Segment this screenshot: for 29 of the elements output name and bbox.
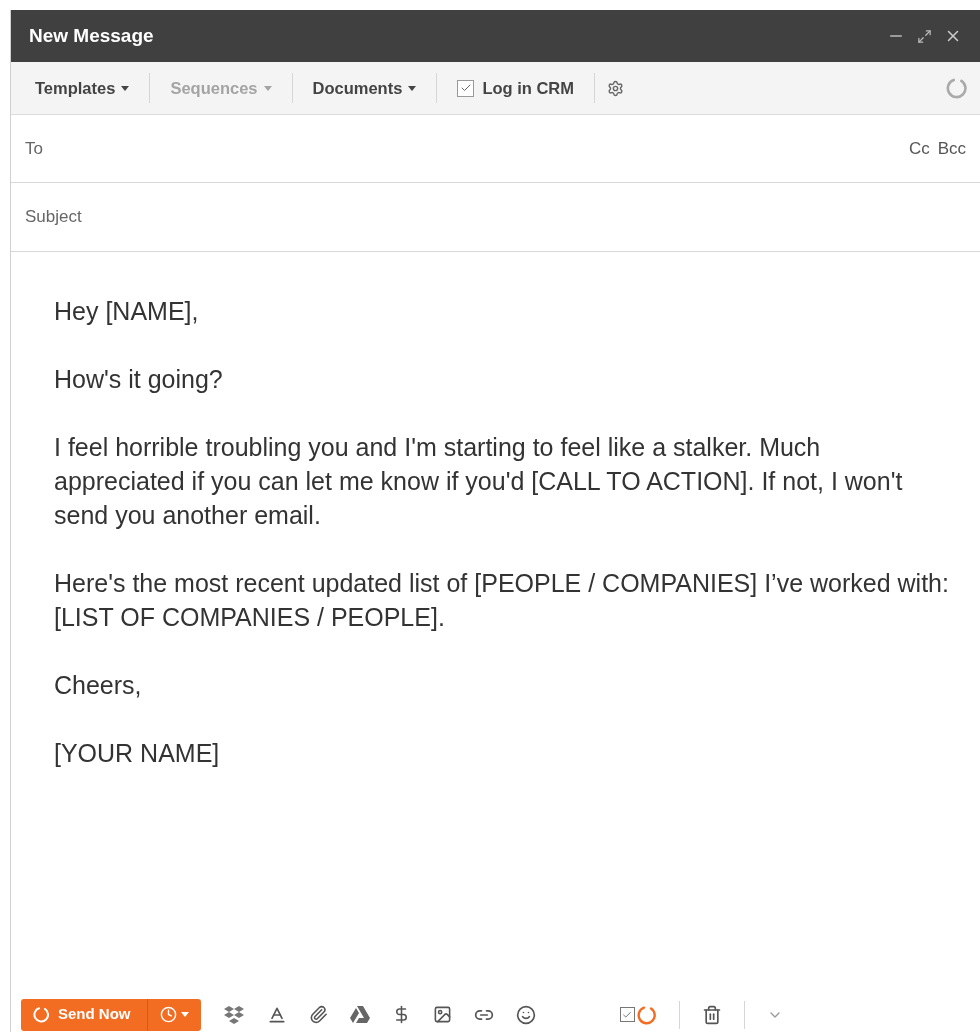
ring-icon[interactable] — [636, 1004, 657, 1025]
toolbar-dropdown[interactable]: Documents — [304, 75, 425, 101]
dropbox-icon[interactable] — [222, 1004, 245, 1025]
expand-icon[interactable] — [917, 28, 932, 44]
subject-field[interactable]: Subject — [25, 204, 966, 230]
paperclip-icon[interactable] — [308, 1005, 328, 1024]
clock-icon — [159, 1006, 177, 1023]
message-paragraph: How's it going? — [54, 364, 224, 395]
message-paragraph: I feel horrible troubling you and I'm starting to feel like a stalker. Much appreciated if you can let me know if you'd [CALL TO ACTION]. If not, I won't send you another email. — [54, 432, 904, 531]
toolbar-dropdown[interactable]: Templates — [27, 75, 138, 101]
track-toggle[interactable] — [619, 1004, 657, 1025]
message-paragraph: Here's the most recent updated list of [PEOPLE / COMPANIES] I’ve worked with: [LIST OF COMPANIES / PEOPLE]. — [54, 568, 950, 633]
caret-icon — [121, 85, 130, 91]
caret-icon — [180, 1012, 189, 1017]
message-paragraph: Hey [NAME], — [54, 296, 200, 327]
image-icon[interactable] — [432, 1005, 452, 1024]
caret-icon — [263, 85, 272, 91]
smiley-icon[interactable] — [515, 1004, 536, 1025]
caret-icon — [408, 85, 417, 91]
log-in-crm-checkbox[interactable]: Log in CRM — [449, 75, 583, 101]
to-field[interactable]: To — [25, 135, 909, 162]
message-paragraph: [YOUR NAME] — [54, 738, 221, 769]
window-title: New Message — [29, 23, 155, 48]
settings-icon[interactable] — [607, 79, 625, 97]
bcc-link[interactable]: Bcc — [937, 135, 966, 162]
message-paragraph: Cheers, — [54, 670, 143, 701]
trash-icon[interactable] — [701, 1004, 722, 1025]
cc-link[interactable]: Cc — [908, 135, 930, 162]
triangle-icon[interactable] — [349, 1005, 370, 1024]
